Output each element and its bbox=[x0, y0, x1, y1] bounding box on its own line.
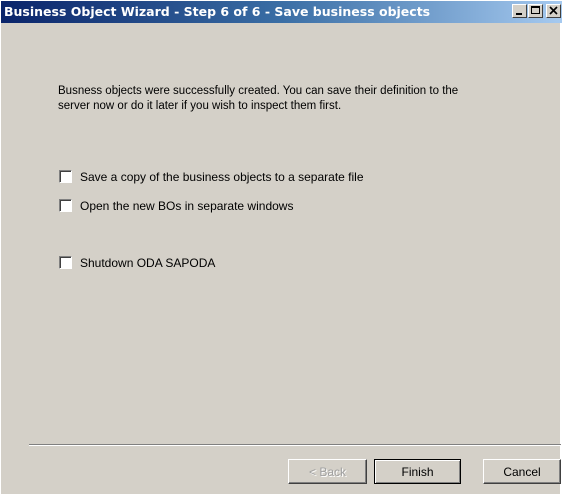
shutdown-option[interactable]: Shutdown ODA SAPODA bbox=[59, 255, 215, 270]
window-title: Business Object Wizard - Step 6 of 6 - S… bbox=[4, 4, 431, 19]
finish-button[interactable]: Finish bbox=[374, 459, 461, 484]
maximize-icon bbox=[531, 6, 540, 14]
save-copy-checkbox[interactable] bbox=[59, 170, 72, 183]
shutdown-checkbox[interactable] bbox=[59, 256, 72, 269]
shutdown-label: Shutdown ODA SAPODA bbox=[80, 255, 216, 270]
open-windows-checkbox[interactable] bbox=[59, 199, 72, 212]
message-line-1: Busness objects were successfully create… bbox=[58, 85, 459, 97]
save-copy-label: Save a copy of the business objects to a… bbox=[80, 169, 364, 184]
save-copy-option[interactable]: Save a copy of the business objects to a… bbox=[59, 169, 364, 184]
minimize-button[interactable] bbox=[512, 4, 527, 18]
close-button[interactable] bbox=[546, 4, 561, 18]
minimize-icon bbox=[516, 13, 522, 15]
close-icon bbox=[549, 6, 558, 15]
footer-separator bbox=[29, 444, 561, 446]
cancel-button[interactable]: Cancel bbox=[483, 459, 561, 484]
open-windows-label: Open the new BOs in separate windows bbox=[80, 198, 294, 213]
back-button[interactable]: < Back bbox=[288, 459, 367, 484]
maximize-button[interactable] bbox=[528, 4, 543, 18]
wizard-window: Business Object Wizard - Step 6 of 6 - S… bbox=[0, 0, 562, 494]
open-windows-option[interactable]: Open the new BOs in separate windows bbox=[59, 198, 293, 213]
status-message: Busness objects were successfully create… bbox=[58, 84, 508, 114]
title-bar[interactable]: Business Object Wizard - Step 6 of 6 - S… bbox=[1, 1, 562, 23]
message-line-2: server now or do it later if you wish to… bbox=[58, 100, 342, 112]
